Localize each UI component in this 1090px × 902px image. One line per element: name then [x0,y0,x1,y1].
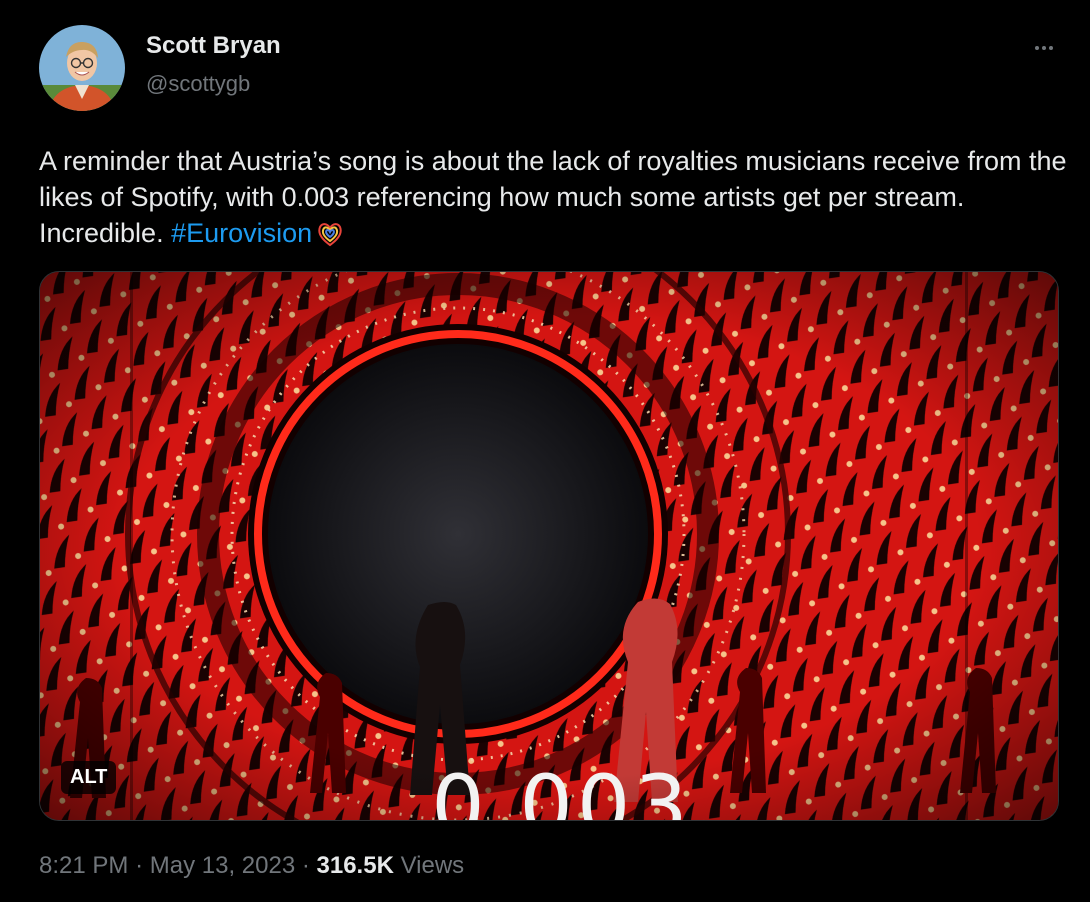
eurovision-heart-hashflag-icon [316,220,344,257]
views-label: Views [400,852,465,879]
avatar[interactable] [39,25,125,111]
tweet-time[interactable]: 8:21 PM [39,852,128,879]
author-name[interactable]: Scott Bryan [146,32,281,60]
more-horizontal-icon [1035,46,1053,50]
meta-separator: · [135,852,144,879]
tweet-text: A reminder that Austria’s song is about … [39,143,1069,257]
tweet-media-image[interactable]: 0.003 ALT [39,271,1059,821]
stage-screen-number: 0.003 [431,757,692,821]
tweet: Scott Bryan @scottygb A reminder that Au… [0,0,1090,902]
tweet-meta: 8:21 PM · May 13, 2023 · 316.5K Views [39,852,464,880]
views-count: 316.5K [316,852,394,879]
more-options-button[interactable] [1024,36,1064,60]
alt-text-badge[interactable]: ALT [61,761,117,794]
hashtag-link[interactable]: #Eurovision [171,218,312,248]
tweet-date[interactable]: May 13, 2023 [150,852,295,879]
author-handle[interactable]: @scottygb [146,71,250,97]
meta-separator: · [301,852,310,879]
